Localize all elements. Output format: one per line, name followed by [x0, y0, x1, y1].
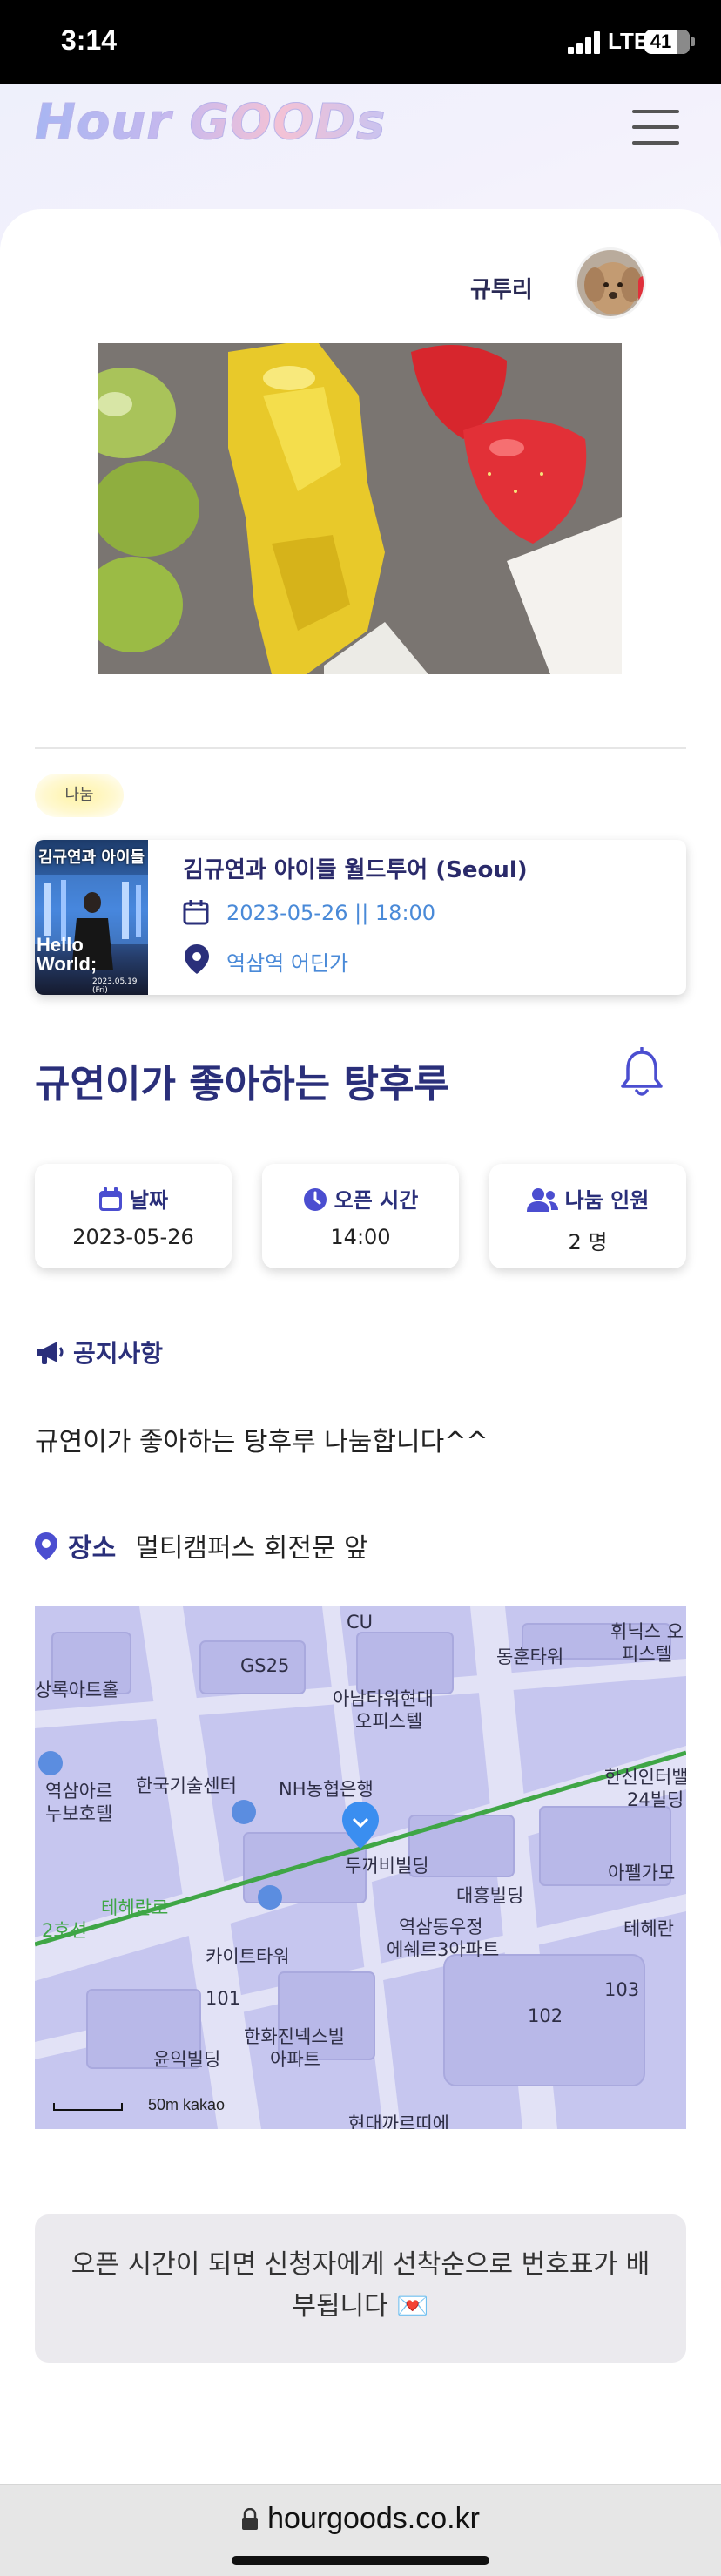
avatar[interactable] — [575, 247, 646, 319]
map-label: 현대까르띠에 — [348, 2113, 449, 2129]
event-card[interactable]: 김규연과 아이들 Hello World; 2023.05.19 (Fri) 김… — [35, 840, 686, 995]
author-name[interactable]: 규투리 — [470, 272, 575, 304]
map-label: 두꺼비빌딩 — [345, 1856, 429, 1876]
map-label: 101 — [206, 1988, 241, 2009]
share-tag-chip: 나눔 — [35, 774, 124, 817]
map-label: 윤익빌딩 — [153, 2049, 221, 2070]
map-label: 103 — [604, 1979, 640, 2000]
app-logo[interactable]: Hour GOODs — [34, 94, 386, 152]
location-pin-icon — [185, 944, 209, 974]
users-icon — [526, 1188, 558, 1212]
location-pin-icon — [35, 1532, 57, 1560]
people-label: 나눔 인원 — [564, 1188, 650, 1213]
place-label: 장소 — [68, 1533, 117, 1564]
map-scale-value: 50m — [148, 2096, 179, 2113]
status-bar: 3:14 LTE 41 — [0, 0, 721, 84]
divider — [35, 747, 686, 749]
map-provider: kakao — [183, 2096, 226, 2113]
map-label: 한국기술센터 — [136, 1775, 237, 1796]
map-label: NH농협은행 — [279, 1779, 374, 1800]
map-scale: 50m kakao — [52, 2096, 225, 2114]
lock-icon — [242, 2507, 259, 2530]
map-label: 테헤란로 — [101, 1897, 169, 1918]
signal-icon — [568, 31, 603, 54]
status-time: 3:14 — [61, 24, 118, 56]
map-label: 2호선 — [42, 1920, 88, 1941]
people-value: 2 명 — [568, 1230, 608, 1254]
map-label: 24빌딩 — [627, 1789, 684, 1810]
map-label: CU — [347, 1612, 374, 1633]
browser-address-bar[interactable]: hourgoods.co.kr — [0, 2484, 721, 2576]
map-label: 카이트타워 — [206, 1946, 290, 1967]
open-time-notice: 오픈 시간이 되면 신청자에게 선착순으로 번호표가 배부됩니다 💌 — [35, 2214, 686, 2363]
post-detail-card: 규투리 나눔 김규연과 아이들 Hello World; 2023.05.19 … — [0, 209, 721, 2474]
map-label: 테헤란 — [623, 1918, 674, 1939]
time-info-card: 오픈 시간 14:00 — [262, 1164, 459, 1268]
thumb-hello: Hello World; — [37, 934, 98, 975]
notice-heading: 공지사항 — [73, 1339, 164, 1368]
map-label: 102 — [528, 2005, 563, 2026]
date-label: 날짜 — [129, 1188, 169, 1213]
location-map[interactable]: CU GS25 상록아트홀 동훈타워 휘닉스 오피스텔 아남타워현대 오피스텔 … — [35, 1606, 686, 2129]
map-label: 누보호텔 — [45, 1803, 113, 1824]
date-value: 2023-05-26 — [72, 1225, 194, 1249]
map-label: 에쉐르3아파트 — [387, 1939, 500, 1960]
event-datetime: 2023-05-26 || 18:00 — [226, 901, 436, 925]
date-info-card: 날짜 2023-05-26 — [35, 1164, 232, 1268]
time-value: 14:00 — [330, 1225, 391, 1249]
post-photo — [98, 343, 622, 674]
map-label: 휘닉스 오피스텔 — [610, 1621, 684, 1665]
map-label: 아파트 — [270, 2049, 320, 2070]
event-thumbnail: 김규연과 아이들 Hello World; 2023.05.19 (Fri) — [35, 840, 148, 995]
home-indicator — [232, 2556, 489, 2565]
battery-level: 41 — [650, 30, 672, 52]
map-label: 오피스텔 — [355, 1711, 423, 1732]
map-label: 아펠가모 — [608, 1863, 676, 1883]
url-text: hourgoods.co.kr — [267, 2502, 480, 2535]
post-title: 규연이가 좋아하는 탕후루 — [35, 1062, 449, 1106]
network-label: LTE — [608, 28, 650, 54]
event-place: 역삼역 어딘가 — [226, 951, 349, 976]
map-label: 상록아트홀 — [35, 1680, 119, 1700]
thumb-date: 2023.05.19 (Fri) — [92, 977, 138, 995]
map-label: GS25 — [240, 1655, 290, 1676]
event-title: 김규연과 아이들 월드투어 (Seoul) — [183, 857, 528, 883]
thumb-title: 김규연과 아이들 — [37, 849, 145, 867]
map-label: 동훈타워 — [496, 1646, 564, 1667]
place-value: 멀티캠퍼스 회전문 앞 — [135, 1533, 368, 1564]
megaphone-icon — [37, 1342, 64, 1364]
clock-icon — [303, 1188, 327, 1211]
calendar-icon — [98, 1187, 122, 1211]
people-info-card: 나눔 인원 2 명 — [489, 1164, 686, 1268]
hamburger-menu-icon[interactable] — [632, 110, 679, 145]
calendar-icon — [183, 900, 209, 925]
map-label: 대흥빌딩 — [456, 1885, 524, 1906]
bell-icon[interactable] — [618, 1047, 665, 1099]
time-label: 오픈 시간 — [334, 1188, 419, 1213]
notice-body: 규연이가 좋아하는 탕후루 나눔합니다^^ — [35, 1427, 489, 1457]
battery-icon: 41 — [644, 30, 690, 54]
